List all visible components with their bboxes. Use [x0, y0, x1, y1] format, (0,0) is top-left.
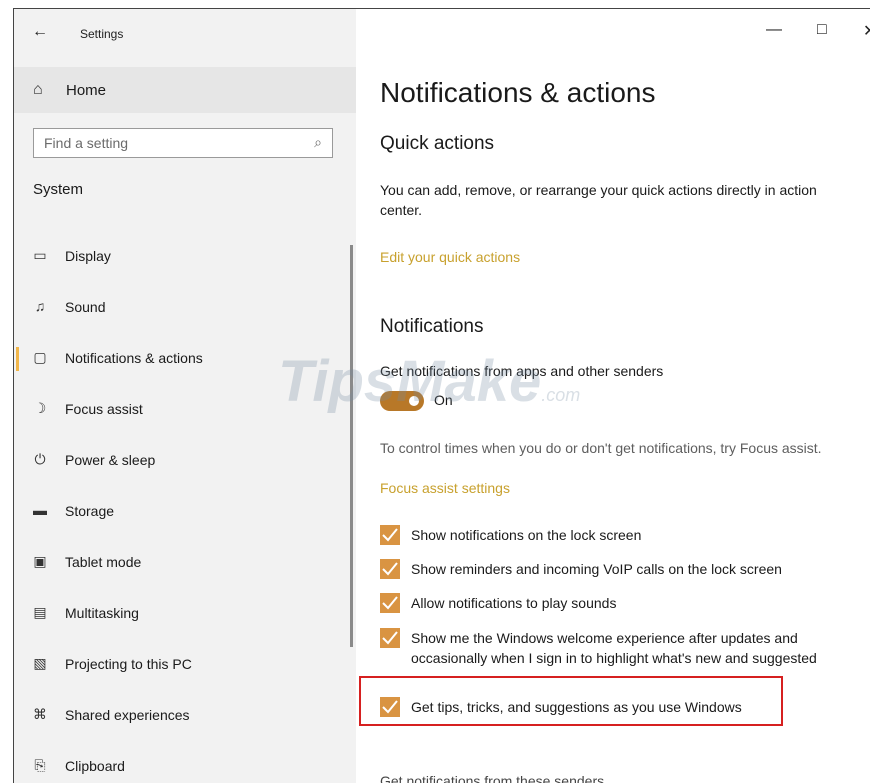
- sidebar-item-storage[interactable]: ▬ Storage: [14, 490, 356, 534]
- focus-assist-text: To control times when you do or don't ge…: [380, 440, 822, 456]
- sidebar-item-power-sleep[interactable]: ⏻ Power & sleep: [14, 439, 356, 483]
- checkbox-welcome-experience[interactable]: [380, 628, 400, 648]
- sidebar-item-label: Clipboard: [65, 758, 125, 774]
- maximize-button[interactable]: □: [817, 21, 827, 39]
- checkbox-label: Show me the Windows welcome experience a…: [411, 630, 817, 666]
- sidebar-scrollbar[interactable]: [350, 245, 353, 647]
- quick-actions-description: You can add, remove, or rearrange your q…: [380, 182, 817, 218]
- focus-assist-settings-link[interactable]: Focus assist settings: [380, 480, 510, 496]
- sidebar-item-label: Projecting to this PC: [65, 656, 192, 672]
- checkbox-label: Show reminders and incoming VoIP calls o…: [411, 561, 782, 577]
- projecting-icon: ▧: [33, 655, 47, 671]
- check-icon: [382, 631, 398, 645]
- sidebar-item-tablet-mode[interactable]: ▣ Tablet mode: [14, 541, 356, 585]
- sidebar-item-label: Multitasking: [65, 605, 139, 621]
- sidebar-home[interactable]: ⌂ Home: [14, 67, 356, 113]
- section-title: System: [33, 181, 84, 198]
- watermark: TipsMake.com: [278, 348, 580, 415]
- sidebar-item-label: Tablet mode: [65, 554, 142, 570]
- sidebar-item-label: Shared experiences: [65, 707, 190, 723]
- power-icon: ⏻: [34, 451, 46, 467]
- display-icon: ▭: [33, 247, 47, 263]
- checkbox-label: Show notifications on the lock screen: [411, 527, 642, 543]
- notifications-icon: ▢: [33, 349, 47, 365]
- sidebar-item-projecting[interactable]: ▧ Projecting to this PC: [14, 643, 356, 687]
- sound-icon: ♫: [34, 298, 46, 314]
- checkbox-label: Allow notifications to play sounds: [411, 595, 617, 611]
- multitasking-icon: ▤: [33, 604, 47, 620]
- shared-icon: ⌘: [33, 706, 47, 722]
- page-title: Notifications & actions: [380, 77, 656, 108]
- close-button[interactable]: ✕: [863, 21, 870, 41]
- notifications-heading: Notifications: [380, 316, 484, 337]
- quick-actions-heading: Quick actions: [380, 133, 495, 154]
- sidebar-item-label: Storage: [65, 503, 115, 519]
- watermark-text: TipsMake: [278, 349, 542, 414]
- check-icon: [382, 528, 398, 542]
- sidebar-item-label: Power & sleep: [65, 452, 156, 468]
- sidebar-item-shared-experiences[interactable]: ⌘ Shared experiences: [14, 694, 356, 738]
- watermark-suffix: .com: [541, 385, 581, 405]
- check-icon: [382, 562, 398, 576]
- home-label: Home: [66, 82, 107, 99]
- edit-quick-actions-link[interactable]: Edit your quick actions: [380, 249, 520, 265]
- sidebar-item-clipboard[interactable]: ⎘ Clipboard: [14, 745, 356, 783]
- highlight-box: [359, 676, 783, 726]
- sidebar-item-multitasking[interactable]: ▤ Multitasking: [14, 592, 356, 636]
- title-bar: ← Settings — □ ✕: [14, 9, 870, 55]
- storage-icon: ▬: [33, 502, 47, 518]
- back-arrow-icon[interactable]: ←: [32, 23, 48, 41]
- sidebar-item-label: Display: [65, 248, 111, 264]
- tablet-icon: ▣: [33, 553, 47, 569]
- search-box[interactable]: Find a setting ⌕: [33, 128, 333, 158]
- home-icon: ⌂: [33, 81, 43, 98]
- sidebar-item-label: Sound: [65, 299, 106, 315]
- clipboard-icon: ⎘: [34, 757, 46, 773]
- app-title: Settings: [80, 27, 124, 41]
- sidebar-item-sound[interactable]: ♫ Sound: [14, 286, 356, 330]
- active-indicator: [16, 347, 19, 371]
- sidebar-item-label: Notifications & actions: [65, 350, 203, 366]
- minimize-button[interactable]: —: [766, 21, 782, 39]
- checkbox-reminders-voip[interactable]: [380, 559, 400, 579]
- search-input[interactable]: Find a setting: [44, 135, 128, 151]
- check-icon: [382, 596, 398, 610]
- search-icon: ⌕: [314, 134, 322, 150]
- checkbox-play-sounds[interactable]: [380, 593, 400, 613]
- checkbox-lock-screen[interactable]: [380, 525, 400, 545]
- sidebar-item-label: Focus assist: [65, 401, 143, 417]
- sidebar-item-display[interactable]: ▭ Display: [14, 235, 356, 279]
- moon-icon: ☽: [33, 400, 47, 416]
